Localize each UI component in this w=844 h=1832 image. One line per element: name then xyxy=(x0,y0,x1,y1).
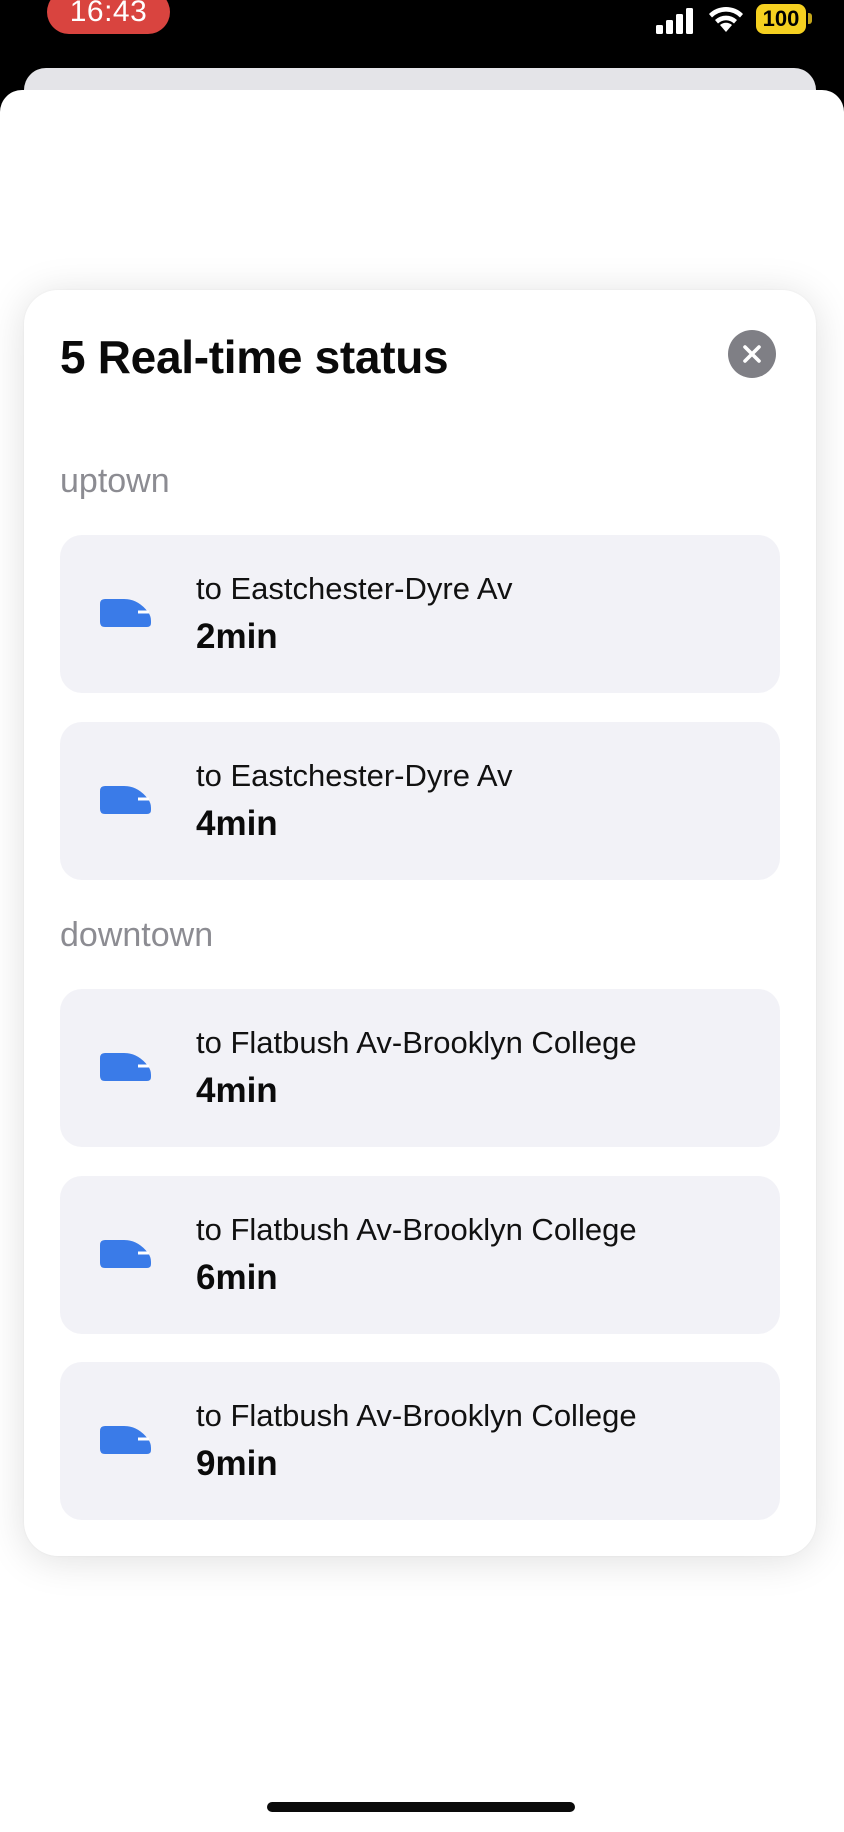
train-icon xyxy=(100,1240,151,1268)
battery-indicator: 100 xyxy=(756,4,806,34)
train-icon xyxy=(100,1053,151,1081)
screen: 16:43 100 5 Real-time status uptown to E… xyxy=(0,0,844,1832)
train-row[interactable]: to Flatbush Av-Brooklyn College 6min xyxy=(60,1176,780,1334)
train-icon xyxy=(100,1426,151,1454)
train-destination: to Flatbush Av-Brooklyn College xyxy=(196,1025,637,1060)
status-time[interactable]: 16:43 xyxy=(47,0,170,34)
train-row[interactable]: to Eastchester-Dyre Av 2min xyxy=(60,535,780,693)
battery-nub xyxy=(808,13,812,24)
train-icon xyxy=(100,786,151,814)
train-eta: 2min xyxy=(196,617,278,656)
wifi-icon xyxy=(709,6,743,32)
section-label-uptown: uptown xyxy=(60,462,170,500)
close-button[interactable] xyxy=(728,330,776,378)
home-indicator[interactable] xyxy=(267,1802,575,1812)
train-eta: 4min xyxy=(196,804,278,843)
close-icon xyxy=(743,345,761,363)
train-destination: to Eastchester-Dyre Av xyxy=(196,571,513,606)
train-icon xyxy=(100,599,151,627)
train-destination: to Flatbush Av-Brooklyn College xyxy=(196,1212,637,1247)
train-eta: 6min xyxy=(196,1258,278,1297)
train-destination: to Eastchester-Dyre Av xyxy=(196,758,513,793)
cellular-signal-icon xyxy=(656,8,694,34)
train-row[interactable]: to Flatbush Av-Brooklyn College 9min xyxy=(60,1362,780,1520)
card-title: 5 Real-time status xyxy=(60,331,449,383)
section-label-downtown: downtown xyxy=(60,916,214,954)
realtime-status-card: 5 Real-time status uptown to Eastchester… xyxy=(24,290,816,1556)
train-destination: to Flatbush Av-Brooklyn College xyxy=(196,1398,637,1433)
train-row[interactable]: to Flatbush Av-Brooklyn College 4min xyxy=(60,989,780,1147)
train-eta: 4min xyxy=(196,1071,278,1110)
train-row[interactable]: to Eastchester-Dyre Av 4min xyxy=(60,722,780,880)
train-eta: 9min xyxy=(196,1444,278,1483)
